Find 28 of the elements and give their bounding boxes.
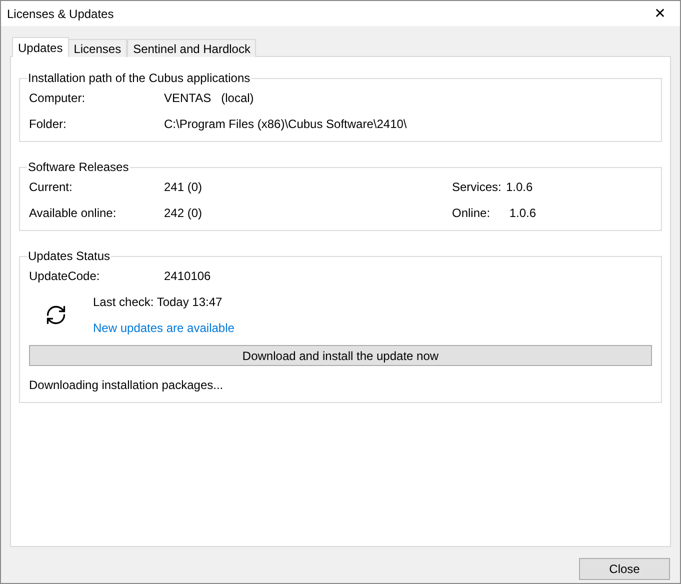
field-label: UpdateCode:: [29, 269, 101, 283]
field-value: C:\Program Files (x86)\Cubus Software\2410\: [164, 117, 407, 131]
tab[interactable]: Sentinel and Hardlock: [127, 39, 256, 57]
field-label: Computer:: [29, 91, 86, 105]
group-title: Installation path of the Cubus applications: [27, 71, 252, 85]
field-value: 2410106: [164, 269, 211, 283]
field-label: Services:: [452, 180, 502, 194]
status-text: Downloading installation packages...: [29, 378, 224, 392]
field-value: VENTAS (local): [164, 91, 254, 105]
field-value: 241 (0): [164, 180, 202, 194]
field-label: Folder:: [29, 117, 68, 131]
field-value: 1.0.6: [506, 180, 534, 194]
field-value: 1.0.6: [508, 206, 538, 220]
group-title: Updates Status: [27, 249, 112, 263]
close-button[interactable]: Close: [579, 558, 670, 580]
tab[interactable]: Licenses: [68, 39, 128, 57]
refresh-icon: [45, 304, 67, 326]
field-label: Online:: [452, 206, 492, 220]
tab[interactable]: Updates: [12, 37, 69, 57]
field-value: 242 (0): [164, 206, 202, 220]
window-title: Licenses & Updates: [7, 6, 114, 20]
field-label: Current:: [29, 180, 74, 194]
last-check-text: Last check: Today 13:47: [93, 295, 224, 309]
download-install-button[interactable]: Download and install the update now: [29, 345, 652, 366]
close-button[interactable]: ✕: [640, 1, 680, 26]
updates-link[interactable]: New updates are available: [93, 321, 234, 335]
group-title: Software Releases: [27, 160, 130, 174]
field-label: Available online:: [29, 206, 118, 220]
